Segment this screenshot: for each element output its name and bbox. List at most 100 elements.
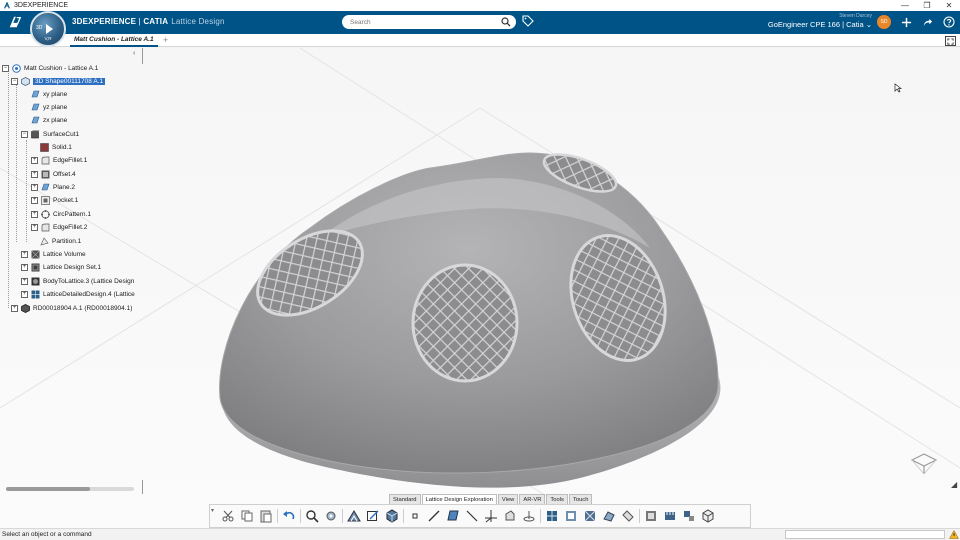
box-tool[interactable] [700, 508, 716, 524]
copy-icon [241, 510, 253, 522]
viewport-resize-icon[interactable]: ◢ [951, 480, 957, 489]
curve-tool[interactable] [464, 508, 480, 524]
tag-icon[interactable] [522, 15, 534, 27]
avatar[interactable]: SD [877, 15, 891, 29]
tree-node-rd00018904[interactable]: + RD00018904 A.1 (RD00018904.1) [11, 302, 132, 314]
plane-tool[interactable] [445, 508, 461, 524]
warning-icon[interactable] [949, 530, 959, 539]
view-robot-icon[interactable] [908, 448, 940, 476]
tree-node-solid[interactable]: Solid.1 [40, 141, 72, 153]
search-icon[interactable] [501, 17, 511, 27]
add-icon[interactable] [899, 15, 913, 29]
lattice-fill-tool[interactable] [582, 508, 598, 524]
expand-icon[interactable]: + [21, 250, 28, 258]
help-icon[interactable] [942, 15, 956, 29]
expand-icon[interactable]: + [31, 210, 38, 218]
copy-tool[interactable] [239, 508, 255, 524]
tree-root[interactable]: − Matt Cushion - Lattice A.1 [2, 62, 98, 74]
conformal-lattice-icon [547, 511, 557, 521]
compass-widget[interactable]: 3D V,R [30, 11, 66, 47]
tree-node-plane-2[interactable]: + Plane.2 [31, 181, 75, 193]
search-input[interactable] [350, 18, 495, 26]
tree-node-edgefillet-2[interactable]: + EdgeFillet.2 [31, 221, 87, 233]
fullscreen-button[interactable] [945, 36, 956, 46]
point-tool[interactable] [407, 508, 423, 524]
restore-button[interactable]: ❐ [916, 0, 938, 11]
tag-tool[interactable] [620, 508, 636, 524]
section-tab-touch[interactable]: Touch [568, 494, 593, 504]
rotate-tool[interactable] [323, 508, 339, 524]
minimize-button[interactable]: — [894, 0, 916, 11]
share-icon[interactable] [920, 15, 934, 29]
tree-node-zx-plane[interactable]: zx plane [31, 114, 67, 126]
user-block[interactable]: Steven Darcey GoEngineer CPE 166 | Catia… [760, 13, 872, 29]
tree-node-xy-plane[interactable]: xy plane [31, 88, 67, 100]
expand-icon[interactable]: + [31, 196, 38, 204]
extrude-tool[interactable] [502, 508, 518, 524]
collapse-icon[interactable]: − [2, 64, 9, 72]
action-bar-menu-icon[interactable]: ▾ [211, 507, 214, 514]
tree-horizontal-scrollbar[interactable] [6, 487, 134, 491]
tree-node-circpattern[interactable]: + CircPattern.1 [31, 208, 91, 220]
section-tab-lattice-design-exploration[interactable]: Lattice Design Exploration [421, 494, 497, 504]
expand-icon[interactable]: + [31, 170, 38, 178]
expand-icon[interactable]: + [31, 183, 38, 191]
tree-node-pocket[interactable]: + Pocket.1 [31, 194, 78, 206]
body-to-lattice-tool[interactable] [384, 508, 400, 524]
sketch-tool[interactable] [365, 508, 381, 524]
expand-icon[interactable]: + [11, 304, 18, 312]
tree-node-label: Solid.1 [52, 143, 72, 151]
expand-icon[interactable]: + [21, 263, 28, 271]
compass-vr-label: V,R [44, 36, 52, 41]
command-input[interactable] [785, 530, 945, 539]
collab-space-selector[interactable]: GoEngineer CPE 166 | Catia ⌄ [760, 20, 872, 29]
tab-matt-cushion[interactable]: Matt Cushion - Lattice A.1 [70, 34, 158, 47]
tree-node-3d-shape[interactable]: − 3D Shape00111708 A.1 [11, 75, 106, 87]
expand-icon[interactable]: + [31, 223, 38, 231]
scrollbar-thumb[interactable] [6, 487, 90, 491]
section-tab-standard[interactable]: Standard [389, 494, 421, 504]
play-icon[interactable] [45, 24, 53, 34]
line-tool[interactable] [426, 508, 442, 524]
collapse-icon[interactable]: − [11, 77, 18, 85]
tree-node-surfacecut[interactable]: − SurfaceCut1 [21, 128, 79, 140]
export-tool[interactable] [681, 508, 697, 524]
expand-icon[interactable]: + [21, 290, 28, 298]
section-tab-tools[interactable]: Tools [546, 494, 568, 504]
mouse-cursor-icon [894, 83, 902, 93]
analysis-tool[interactable] [643, 508, 659, 524]
tree-node-lattice-detailed-design[interactable]: + LatticeDetailedDesign.4 (Lattice [21, 288, 135, 300]
axis-tool[interactable] [483, 508, 499, 524]
lattice-skin-tool[interactable] [601, 508, 617, 524]
revolve-tool[interactable] [521, 508, 537, 524]
conformal-lattice-tool[interactable] [544, 508, 560, 524]
lattice-detailed-icon [31, 290, 40, 298]
fit-all-tool[interactable] [304, 508, 320, 524]
tree-node-yz-plane[interactable]: yz plane [31, 101, 67, 113]
undo-tool[interactable] [281, 508, 297, 524]
cushion-model[interactable] [200, 98, 740, 518]
tree-node-edgefillet-1[interactable]: + EdgeFillet.1 [31, 154, 87, 166]
ds-home-icon[interactable] [6, 14, 24, 30]
new-tab-button[interactable]: + [163, 35, 168, 45]
expand-icon[interactable]: + [31, 156, 38, 164]
search-box[interactable] [342, 15, 516, 29]
tree-node-partition[interactable]: Partition.1 [40, 235, 81, 247]
paste-tool[interactable] [258, 508, 274, 524]
collapse-icon[interactable]: − [21, 130, 28, 138]
tree-node-lattice-design-set[interactable]: + Lattice Design Set.1 [21, 261, 101, 273]
tree-node-offset[interactable]: + Offset.4 [31, 168, 76, 180]
sketch-icon [367, 510, 379, 521]
cut-tool[interactable] [220, 508, 236, 524]
tree-node-bodytolattice[interactable]: + BodyToLattice.3 (Lattice Design [21, 275, 134, 287]
lattice-surface-tool[interactable] [346, 508, 362, 524]
lattice-shell-tool[interactable] [563, 508, 579, 524]
close-button[interactable]: ✕ [938, 0, 960, 11]
collapse-tree-icon[interactable]: ‹ [133, 50, 135, 57]
section-tab-view[interactable]: View [497, 494, 519, 504]
tree-node-lattice-volume[interactable]: + Lattice Volume [21, 248, 86, 260]
section-tab-ar-vr[interactable]: AR-VR [519, 494, 546, 504]
measure-tool[interactable] [662, 508, 678, 524]
expand-icon[interactable]: + [21, 277, 28, 285]
3d-viewport[interactable]: ◢ [0, 48, 960, 528]
